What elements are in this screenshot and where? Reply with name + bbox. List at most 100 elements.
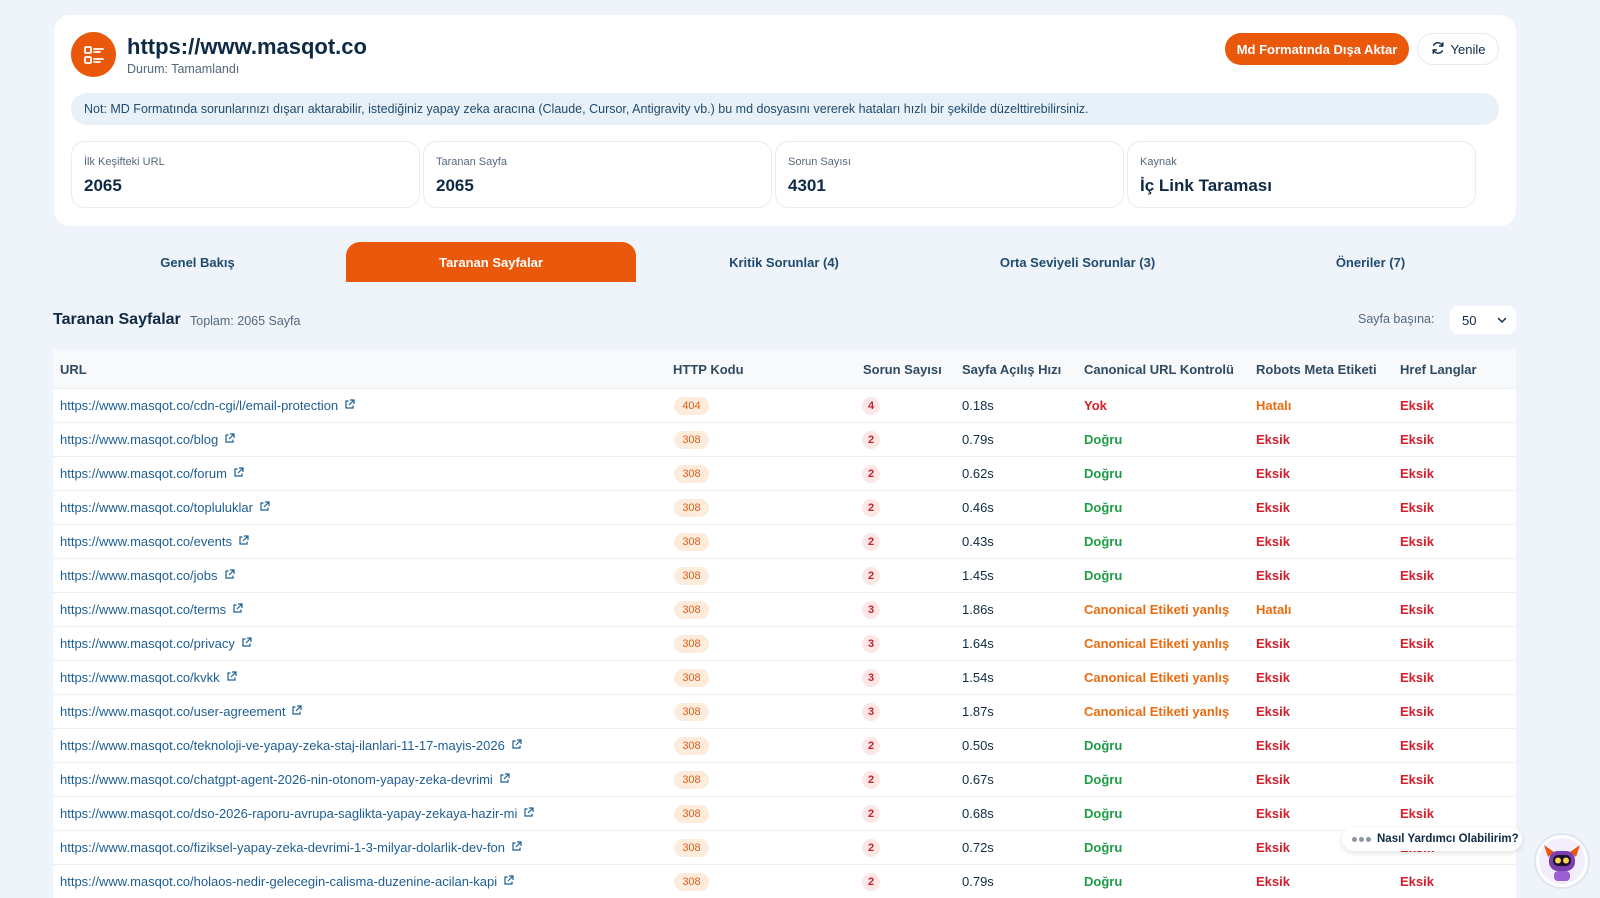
load-speed-value: 0.67s — [962, 772, 994, 787]
hreflang-status: Eksik — [1400, 500, 1434, 515]
hreflang-status: Eksik — [1400, 670, 1434, 685]
stat-first-discovery-url: İlk Keşifteki URL 2065 — [71, 141, 420, 208]
per-page-select[interactable]: 50 — [1450, 306, 1516, 334]
load-speed-value: 0.50s — [962, 738, 994, 753]
export-md-button[interactable]: Md Formatında Dışa Aktar — [1225, 33, 1409, 65]
robot-avatar-icon[interactable] — [1534, 833, 1590, 889]
page-url-link[interactable]: https://www.masqot.co/user-agreement — [60, 704, 303, 719]
page-url-link[interactable]: https://www.masqot.co/blog — [60, 432, 235, 447]
robots-status: Eksik — [1256, 704, 1290, 719]
page-url-link[interactable]: https://www.masqot.co/holaos-nedir-gelec… — [60, 874, 514, 889]
external-link-icon[interactable] — [523, 806, 534, 821]
external-link-icon[interactable] — [226, 670, 237, 685]
page-url-link[interactable]: https://www.masqot.co/forum — [60, 466, 244, 481]
tab-suggestions[interactable]: Öneriler (7) — [1225, 242, 1516, 282]
tab-overview[interactable]: Genel Bakış — [54, 242, 341, 282]
issue-count-badge: 2 — [862, 465, 880, 483]
issue-count-badge: 2 — [862, 805, 880, 823]
external-link-icon[interactable] — [499, 772, 510, 787]
table-row: https://www.masqot.co/teknoloji-ve-yapay… — [53, 728, 1516, 762]
site-title: https://www.masqot.co — [127, 34, 367, 59]
canonical-status: Doğru — [1084, 738, 1123, 753]
external-link-icon[interactable] — [238, 534, 249, 549]
page-url-link[interactable]: https://www.masqot.co/dso-2026-raporu-av… — [60, 806, 534, 821]
page-url-text: https://www.masqot.co/privacy — [60, 636, 235, 651]
page-url-link[interactable]: https://www.masqot.co/terms — [60, 602, 243, 617]
section-title: Taranan Sayfalar — [53, 311, 181, 328]
hreflang-status: Eksik — [1400, 602, 1434, 617]
chevron-down-icon — [1496, 314, 1508, 329]
page-url-text: https://www.masqot.co/blog — [60, 432, 219, 447]
column-header-url: URL — [60, 362, 87, 377]
issue-count-badge: 2 — [862, 839, 880, 857]
robots-status: Eksik — [1256, 806, 1290, 821]
canonical-status: Doğru — [1084, 568, 1123, 583]
canonical-status: Doğru — [1084, 840, 1123, 855]
robots-status: Eksik — [1256, 432, 1290, 447]
table-row: https://www.masqot.co/dso-2026-raporu-av… — [53, 796, 1516, 830]
external-link-icon[interactable] — [232, 602, 243, 617]
stat-source: Kaynak İç Link Taraması — [1127, 141, 1476, 208]
http-code-badge: 308 — [674, 601, 709, 619]
page-url-text: https://www.masqot.co/user-agreement — [60, 704, 286, 719]
http-code-badge: 404 — [674, 397, 709, 415]
page-url-text: https://www.masqot.co/forum — [60, 466, 227, 481]
table-row: https://www.masqot.co/privacy 308 3 1.64s Ca… — [53, 626, 1516, 660]
page-url-link[interactable]: https://www.masqot.co/events — [60, 534, 249, 549]
external-link-icon[interactable] — [503, 874, 514, 889]
canonical-status: Canonical Etiketi yanlış — [1084, 670, 1230, 685]
canonical-status: Canonical Etiketi yanlış — [1084, 636, 1230, 651]
external-link-icon[interactable] — [224, 568, 235, 583]
external-link-icon[interactable] — [511, 840, 522, 855]
export-note: Not: MD Formatında sorunlarınızı dışarı … — [71, 93, 1499, 125]
page-url-link[interactable]: https://www.masqot.co/privacy — [60, 636, 252, 651]
external-link-icon[interactable] — [259, 500, 270, 515]
stat-label: İlk Keşifteki URL — [84, 156, 165, 168]
http-code-badge: 308 — [674, 737, 709, 755]
load-speed-value: 1.45s — [962, 568, 994, 583]
external-link-icon[interactable] — [241, 636, 252, 651]
refresh-label: Yenile — [1450, 41, 1486, 57]
external-link-icon[interactable] — [233, 466, 244, 481]
page-url-text: https://www.masqot.co/events — [60, 534, 232, 549]
external-link-icon[interactable] — [291, 704, 303, 719]
scanned-pages-table: URL HTTP Kodu Sorun Sayısı Sayfa Açılış … — [53, 350, 1516, 898]
refresh-icon — [1431, 41, 1445, 58]
page-url-link[interactable]: https://www.masqot.co/fiziksel-yapay-zek… — [60, 840, 522, 855]
external-link-icon[interactable] — [344, 398, 355, 413]
load-speed-value: 0.79s — [962, 432, 994, 447]
canonical-status: Doğru — [1084, 874, 1123, 889]
http-code-badge: 308 — [674, 873, 709, 891]
list-icon — [71, 32, 116, 77]
page-url-link[interactable]: https://www.masqot.co/chatgpt-agent-2026… — [60, 772, 510, 787]
tab-medium-issues[interactable]: Orta Seviyeli Sorunlar (3) — [930, 242, 1225, 282]
load-speed-value: 1.64s — [962, 636, 994, 651]
load-speed-value: 0.79s — [962, 874, 994, 889]
load-speed-value: 1.86s — [962, 602, 994, 617]
issue-count-badge: 2 — [862, 873, 880, 891]
tab-scanned-pages[interactable]: Taranan Sayfalar — [346, 242, 636, 282]
page-url-link[interactable]: https://www.masqot.co/kvkk — [60, 670, 237, 685]
stat-value: 2065 — [84, 176, 122, 195]
external-link-icon[interactable] — [511, 738, 522, 753]
per-page-label: Sayfa başına: — [1358, 312, 1435, 326]
issue-count-badge: 4 — [862, 397, 880, 415]
issue-count-badge: 2 — [862, 431, 880, 449]
page-url-link[interactable]: https://www.masqot.co/topluluklar — [60, 500, 270, 515]
refresh-button[interactable]: Yenile — [1417, 33, 1499, 65]
page-url-link[interactable]: https://www.masqot.co/teknoloji-ve-yapay… — [60, 738, 522, 753]
external-link-icon[interactable] — [224, 432, 235, 447]
page-url-link[interactable]: https://www.masqot.co/cdn-cgi/l/email-pr… — [60, 398, 355, 413]
stat-label: Taranan Sayfa — [436, 156, 507, 168]
stat-value: 4301 — [788, 176, 826, 195]
page-url-text: https://www.masqot.co/cdn-cgi/l/email-pr… — [60, 398, 339, 413]
chat-prompt-bubble[interactable]: Nasıl Yardımcı Olabilirim? — [1342, 827, 1522, 851]
tab-critical-issues[interactable]: Kritik Sorunlar (4) — [638, 242, 930, 282]
page-url-link[interactable]: https://www.masqot.co/jobs — [60, 568, 235, 583]
table-row: https://www.masqot.co/events 308 2 0.43s Doğ… — [53, 524, 1516, 558]
page-url-text: https://www.masqot.co/terms — [60, 602, 227, 617]
hreflang-status: Eksik — [1400, 772, 1434, 787]
issue-count-badge: 3 — [862, 601, 880, 619]
column-header-canonical: Canonical URL Kontrolü — [1084, 362, 1234, 377]
robots-status: Hatalı — [1256, 602, 1292, 617]
